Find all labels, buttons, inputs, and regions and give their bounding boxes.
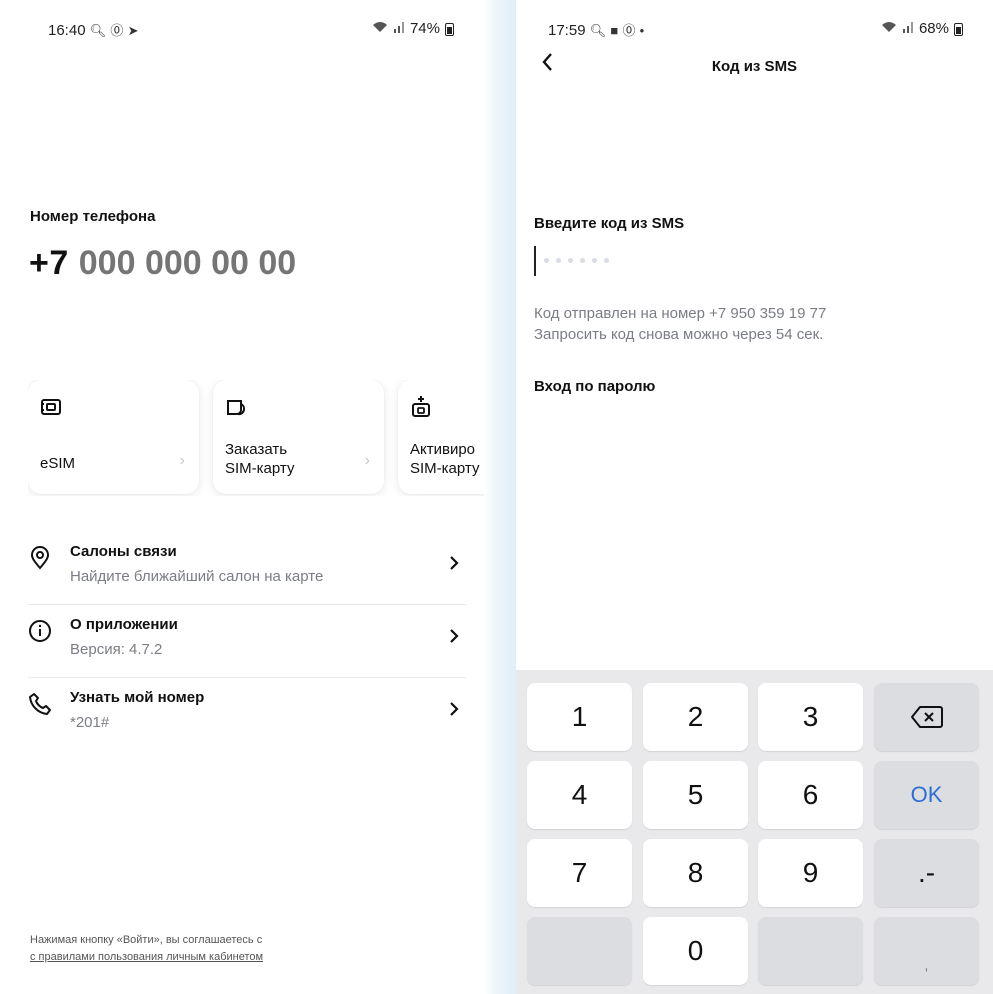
code-sent-text: Код отправлен на номер +7 950 359 19 77 — [534, 305, 827, 322]
order-sim-card[interactable]: Заказать SIM-карту › — [213, 380, 384, 494]
code-label: Введите код из SMS — [534, 215, 685, 232]
status-bar: 17:59 🔍︎ ■ ⓪ • 68% — [516, 20, 993, 42]
info-menu: Салоны связи Найдите ближайший салон на … — [28, 532, 466, 751]
empty-key — [527, 917, 632, 985]
message-status-icon: ■ — [610, 23, 619, 38]
code-dot — [544, 258, 549, 263]
navigation-status-icon: ➤ — [127, 23, 139, 38]
search-status-icon: 🔍︎ — [89, 23, 107, 38]
battery-icon — [445, 23, 454, 36]
code-dot — [556, 258, 561, 263]
activate-sim-label: Активиро SIM-карту — [410, 440, 479, 478]
info-icon — [29, 620, 51, 642]
menu-subtitle: Версия: 4.7.2 — [70, 641, 163, 658]
chevron-right-icon — [450, 629, 459, 643]
empty-key — [758, 917, 863, 985]
code-dot — [592, 258, 597, 263]
esim-icon — [41, 399, 61, 415]
key-8[interactable]: 8 — [643, 839, 748, 907]
key-9[interactable]: 9 — [758, 839, 863, 907]
order-sim-label: Заказать SIM-карту — [225, 440, 294, 478]
menu-title: Узнать мой номер — [70, 689, 205, 706]
status-icons: 74% — [372, 20, 454, 37]
menu-title: О приложении — [70, 616, 178, 633]
backspace-key[interactable] — [874, 683, 979, 751]
clock: 17:59 — [548, 22, 586, 39]
menu-subtitle: *201# — [70, 714, 110, 731]
status-bar: 16:40 🔍︎ ⓪ ➤ 74% — [0, 20, 484, 42]
menu-title: Салоны связи — [70, 543, 177, 560]
code-placeholder-dots — [544, 258, 609, 263]
phone-number-row: +7 — [29, 244, 379, 283]
key-2[interactable]: 2 — [643, 683, 748, 751]
sms-code-screen: 17:59 🔍︎ ■ ⓪ • 68% Код из SMS Введите ко… — [516, 0, 993, 994]
signal-icon — [393, 21, 405, 36]
login-screen: 16:40 🔍︎ ⓪ ➤ 74% Номер телефона +7 000 0… — [0, 0, 484, 994]
legal-notice: Нажимая кнопку «Войти», вы соглашаетесь … — [30, 932, 263, 966]
menu-subtitle: Найдите ближайший салон на карте — [70, 568, 324, 585]
chevron-right-icon: › — [179, 452, 185, 469]
location-pin-icon — [30, 546, 50, 570]
page-title: Код из SMS — [711, 58, 798, 75]
key-0[interactable]: 0 — [643, 917, 748, 985]
chevron-right-icon: › — [364, 452, 370, 469]
clock: 16:40 — [48, 22, 86, 39]
resend-timer-text: Запросить код снова можно через 54 сек. — [534, 326, 824, 343]
code-dot — [604, 258, 609, 263]
menu-item-about[interactable]: О приложении Версия: 4.7.2 — [28, 605, 466, 678]
status-time: 17:59 🔍︎ ■ ⓪ • — [548, 20, 644, 39]
password-login-link[interactable]: Вход по паролю — [534, 378, 655, 395]
sim-card-icon — [227, 400, 245, 416]
terms-link[interactable]: с правилами пользования личным кабинетом — [30, 949, 263, 966]
code-dot — [580, 258, 585, 263]
ok-key[interactable]: OK — [874, 761, 979, 829]
numeric-keyboard: 1 2 3 4 5 6 OK 7 8 9 .- 0 , — [516, 670, 993, 994]
sim-plus-icon — [412, 396, 430, 417]
menu-item-my-number[interactable]: Узнать мой номер *201# — [28, 678, 466, 751]
code-dot — [568, 258, 573, 263]
text-cursor — [534, 246, 536, 276]
key-3[interactable]: 3 — [758, 683, 863, 751]
key-7[interactable]: 7 — [527, 839, 632, 907]
legal-text: Нажимая кнопку «Войти», вы соглашаетесь … — [30, 934, 263, 946]
alert-status-icon: ⓪ — [110, 23, 124, 38]
comma-key[interactable]: , — [874, 917, 979, 985]
status-time: 16:40 🔍︎ ⓪ ➤ — [48, 20, 139, 39]
wifi-icon — [881, 21, 897, 36]
symbol-key[interactable]: .- — [874, 839, 979, 907]
sim-cards-carousel[interactable]: eSIM › Заказать SIM-карту › Активиро SIM… — [28, 380, 484, 496]
key-5[interactable]: 5 — [643, 761, 748, 829]
key-6[interactable]: 6 — [758, 761, 863, 829]
phone-prefix: +7 — [29, 244, 69, 282]
signal-icon — [902, 21, 914, 36]
menu-item-stores[interactable]: Салоны связи Найдите ближайший салон на … — [28, 532, 466, 605]
dot-status-icon: • — [639, 23, 645, 38]
chevron-right-icon — [450, 702, 459, 716]
screen-divider — [484, 0, 516, 994]
esim-card[interactable]: eSIM › — [28, 380, 199, 494]
code-info: Код отправлен на номер +7 950 359 19 77 … — [534, 303, 826, 345]
key-4[interactable]: 4 — [527, 761, 632, 829]
order-sim-line1: Заказать — [225, 441, 288, 458]
alert-status-icon: ⓪ — [622, 23, 636, 38]
order-sim-line2: SIM-карту — [225, 460, 295, 477]
chevron-right-icon — [450, 556, 459, 570]
activate-sim-line1: Активиро — [410, 441, 476, 458]
battery-percent: 68% — [918, 20, 949, 37]
sms-code-input[interactable] — [534, 244, 734, 278]
phone-icon — [29, 693, 51, 715]
esim-label: eSIM — [40, 455, 76, 472]
phone-input[interactable] — [78, 244, 379, 283]
backspace-icon — [910, 706, 943, 728]
battery-icon — [954, 23, 963, 36]
search-status-icon: 🔍︎ — [589, 23, 607, 38]
status-icons: 68% — [881, 20, 963, 37]
key-1[interactable]: 1 — [527, 683, 632, 751]
wifi-icon — [372, 21, 388, 36]
battery-percent: 74% — [409, 20, 440, 37]
phone-label: Номер телефона — [30, 208, 156, 225]
activate-sim-line2: SIM-карту — [410, 460, 480, 477]
activate-sim-card[interactable]: Активиро SIM-карту — [398, 380, 484, 494]
